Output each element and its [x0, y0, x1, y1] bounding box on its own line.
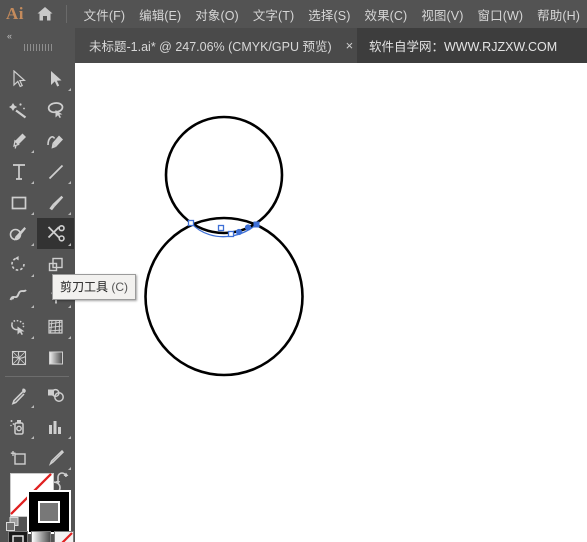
tool-group-indicator [68, 243, 71, 246]
blend-tool[interactable] [37, 380, 74, 411]
perspective-grid-tool[interactable] [37, 311, 74, 342]
tool-group-indicator [68, 181, 71, 184]
symbol-sprayer-tool[interactable] [0, 411, 37, 442]
tooltip-label: 剪刀工具 [60, 280, 109, 294]
tool-group-indicator [31, 405, 34, 408]
paintbrush-tool[interactable] [37, 187, 74, 218]
scissors-tool[interactable] [37, 218, 74, 249]
type-tool[interactable] [0, 156, 37, 187]
anchor-point[interactable] [187, 219, 195, 227]
lasso-tool[interactable] [37, 94, 74, 125]
tool-group-indicator [31, 336, 34, 339]
eyedropper-tool[interactable] [0, 380, 37, 411]
tool-group-indicator [31, 305, 34, 308]
watermark-text: 软件自学网：WWW.RJZXW.COM [369, 40, 558, 54]
artboard-canvas[interactable] [75, 63, 587, 542]
document-tab-active[interactable]: 未标题-1.ai* @ 247.06% (CMYK/GPU 预览) × [75, 28, 363, 63]
tool-group-indicator [68, 305, 71, 308]
anchor-point[interactable] [217, 224, 225, 232]
watermark-label: 软件自学网：WWW.RJZXW.COM [357, 28, 570, 63]
menu-type[interactable]: 文字(T) [246, 1, 301, 28]
anchor-point-selected[interactable] [235, 228, 243, 236]
width-tool[interactable] [0, 280, 37, 311]
selection-tool[interactable] [0, 63, 37, 94]
menu-file[interactable]: 文件(F) [77, 1, 132, 28]
menu-help[interactable]: 帮助(H) [530, 1, 587, 28]
menu-object[interactable]: 对象(O) [188, 1, 246, 28]
pen-tool[interactable] [0, 125, 37, 156]
swap-fill-stroke-icon[interactable] [55, 472, 70, 491]
tool-tooltip: 剪刀工具 (C) [52, 274, 137, 300]
menu-edit[interactable]: 编辑(E) [132, 1, 188, 28]
tool-group-indicator [68, 212, 71, 215]
stroke-swatch-inner [38, 501, 60, 523]
tool-group-indicator [31, 436, 34, 439]
rotate-tool[interactable] [0, 249, 37, 280]
color-mode-solid[interactable] [8, 531, 28, 542]
shape-builder-tool[interactable] [0, 311, 37, 342]
gradient-tool[interactable] [37, 342, 74, 373]
toolbar-separator [5, 376, 69, 377]
tool-group-indicator [31, 212, 34, 215]
document-tab-bar: « 未标题-1.ai* @ 247.06% (CMYK/GPU 预览) × 软件… [0, 28, 587, 63]
tooltip-shortcut: (C) [108, 280, 129, 294]
line-segment-tool[interactable] [37, 156, 74, 187]
toolbar-drag-handle[interactable] [24, 44, 54, 51]
color-mode-gradient[interactable] [31, 531, 51, 542]
rectangle-tool[interactable] [0, 187, 37, 218]
color-mode-row [8, 531, 74, 542]
collapse-panel-icon[interactable]: « [7, 31, 12, 41]
column-graph-tool[interactable] [37, 411, 74, 442]
menu-view[interactable]: 视图(V) [414, 1, 470, 28]
color-mode-none[interactable] [54, 531, 74, 542]
magic-wand-tool[interactable] [0, 94, 37, 125]
shaper-tool[interactable] [0, 218, 37, 249]
menu-select[interactable]: 选择(S) [301, 1, 357, 28]
menu-divider [65, 5, 67, 23]
menu-window[interactable]: 窗口(W) [471, 1, 531, 28]
anchor-point[interactable] [227, 230, 235, 238]
menu-item-list: 文件(F) 编辑(E) 对象(O) 文字(T) 选择(S) 效果(C) 视图(V… [77, 1, 587, 28]
curvature-tool[interactable] [37, 125, 74, 156]
menu-bar: Ai 文件(F) 编辑(E) 对象(O) 文字(T) 选择(S) 效果(C) 视… [0, 0, 587, 28]
tools-panel: 剪刀工具 (C) [0, 63, 137, 542]
document-tab-title: 未标题-1.ai* @ 247.06% (CMYK/GPU 预览) [89, 40, 332, 54]
tool-group-indicator [31, 150, 34, 153]
tool-group-indicator [68, 336, 71, 339]
anchor-point-selected[interactable] [244, 224, 252, 231]
home-icon[interactable] [30, 0, 60, 28]
close-icon[interactable]: × [346, 39, 354, 52]
tool-group-indicator [31, 243, 34, 246]
stroke-swatch[interactable] [27, 490, 71, 534]
direct-selection-tool[interactable] [37, 63, 74, 94]
canvas-artwork [144, 115, 304, 377]
menu-effect[interactable]: 效果(C) [357, 1, 414, 28]
bottom-circle[interactable] [144, 216, 304, 377]
toolbar-header: « [0, 28, 75, 63]
app-logo: Ai [5, 4, 24, 23]
tool-group-indicator [31, 274, 34, 277]
mesh-tool[interactable] [0, 342, 37, 373]
anchor-point-selected[interactable] [253, 221, 260, 228]
illustrator-window: Ai 文件(F) 编辑(E) 对象(O) 文字(T) 选择(S) 效果(C) 视… [0, 0, 587, 542]
tool-group-indicator [31, 181, 34, 184]
tool-group-indicator [68, 88, 71, 91]
fill-stroke-controls [0, 468, 75, 540]
top-circle[interactable] [164, 115, 284, 235]
tool-group-indicator [68, 436, 71, 439]
